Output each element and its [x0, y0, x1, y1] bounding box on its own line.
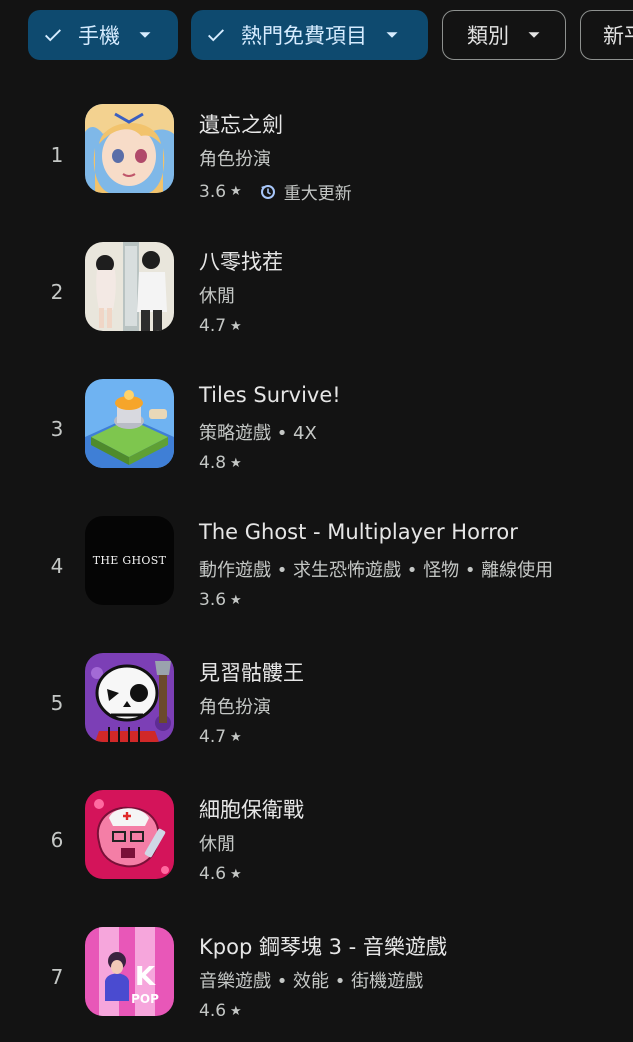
filter-chip-label: 手機	[78, 24, 120, 48]
rating-value: 3.6	[199, 590, 227, 610]
app-meta: 4.7 ★	[199, 316, 242, 336]
rating-value: 4.6	[199, 1001, 227, 1021]
the-ghost-logo-icon: THE GHOST	[85, 516, 174, 605]
rank-number: 1	[50, 143, 64, 167]
app-category: 音樂遊戲 • 效能 • 街機遊戲	[199, 971, 424, 992]
rating-value: 4.8	[199, 453, 227, 473]
app-category: 角色扮演	[199, 697, 271, 718]
app-meta: 4.6 ★	[199, 864, 242, 884]
filter-chip-label: 類別	[467, 24, 509, 48]
app-category: 角色扮演	[199, 149, 271, 170]
dropdown-caret-icon	[528, 32, 540, 38]
app-meta: 3.6 ★	[199, 590, 242, 610]
rating-value: 4.7	[199, 727, 227, 747]
svg-text:POP: POP	[131, 992, 159, 1006]
list-item[interactable]: 3 Tiles Survive! 策略遊戲 • 4X 4.8 ★	[0, 374, 633, 494]
dropdown-caret-icon	[139, 32, 151, 38]
list-item[interactable]: 4 THE GHOST The Ghost - Multiplayer Horr…	[0, 511, 633, 631]
app-title: 見習骷髏王	[199, 661, 304, 685]
filter-chip-new[interactable]: 新平	[580, 10, 633, 60]
star-icon: ★	[230, 729, 242, 745]
rank-number: 2	[50, 280, 64, 304]
app-title: Tiles Survive!	[199, 383, 341, 407]
app-meta: 3.6 ★ 重大更新	[199, 179, 352, 205]
filter-chip-device[interactable]: 手機	[28, 10, 178, 60]
update-label: 重大更新	[283, 184, 352, 204]
app-meta: 4.7 ★	[199, 727, 242, 747]
rank-number: 3	[50, 417, 64, 441]
tower-island-icon	[85, 379, 174, 468]
app-title: 八零找茬	[199, 250, 283, 274]
star-icon: ★	[230, 184, 242, 199]
star-icon: ★	[230, 866, 242, 882]
list-item[interactable]: 1 遺忘之劍 角色扮演 3.6 ★ 重大更新	[0, 100, 633, 220]
star-icon: ★	[230, 1003, 242, 1019]
filter-chip-label: 熱門免費項目	[241, 24, 367, 48]
rating-value: 4.7	[199, 316, 227, 336]
app-title: The Ghost - Multiplayer Horror	[199, 520, 518, 544]
star-icon: ★	[230, 455, 242, 471]
filter-chips: 手機 熱門免費項目 類別 新平	[0, 0, 633, 72]
rank-number: 6	[50, 828, 64, 852]
app-category: 休閒	[199, 834, 235, 855]
list-item[interactable]: 2 八零找茬 休閒 4.7 ★	[0, 237, 633, 357]
app-category: 休閒	[199, 286, 235, 307]
svg-text:K: K	[135, 962, 156, 992]
rank-number: 4	[50, 554, 64, 578]
rating-value: 4.6	[199, 864, 227, 884]
rating-value: 3.6	[199, 181, 227, 202]
list-item[interactable]: 6 細胞保衛戰 休閒 4.6 ★	[0, 785, 633, 905]
check-icon	[45, 29, 61, 42]
rank-number: 7	[50, 965, 64, 989]
app-meta: 4.8 ★	[199, 453, 242, 473]
list-item[interactable]: 7 K POP Kpop 鋼琴塊 3 - 音樂遊戲 音樂遊戲 • 效能 • 街機…	[0, 922, 633, 1042]
star-icon: ★	[230, 318, 242, 334]
dropdown-caret-icon	[386, 32, 398, 38]
app-meta: 4.6 ★	[199, 1001, 242, 1021]
app-category: 動作遊戲 • 求生恐怖遊戲 • 怪物 • 離線使用	[199, 560, 554, 581]
update-clock-icon	[260, 184, 275, 199]
app-title: 遺忘之劍	[199, 113, 283, 137]
update-badge: 重大更新	[260, 179, 352, 204]
rank-number: 5	[50, 691, 64, 715]
anime-girl-icon	[85, 104, 174, 193]
app-title: 細胞保衛戰	[199, 798, 304, 822]
filter-chip-label: 新平	[603, 24, 633, 48]
skeleton-icon	[85, 653, 174, 742]
two-characters-icon	[85, 242, 174, 331]
app-title: Kpop 鋼琴塊 3 - 音樂遊戲	[199, 935, 447, 959]
pink-cell-nurse-icon	[85, 790, 174, 879]
filter-chip-top-free[interactable]: 熱門免費項目	[191, 10, 428, 60]
list-item[interactable]: 5 見習骷髏王 角色扮演 4.7 ★	[0, 648, 633, 768]
kpop-piano-icon: K POP	[85, 927, 174, 1016]
icon-text: THE GHOST	[92, 554, 167, 567]
app-category: 策略遊戲 • 4X	[199, 423, 317, 444]
star-icon: ★	[230, 592, 242, 608]
check-icon	[208, 29, 224, 42]
filter-chip-category[interactable]: 類別	[442, 10, 566, 60]
